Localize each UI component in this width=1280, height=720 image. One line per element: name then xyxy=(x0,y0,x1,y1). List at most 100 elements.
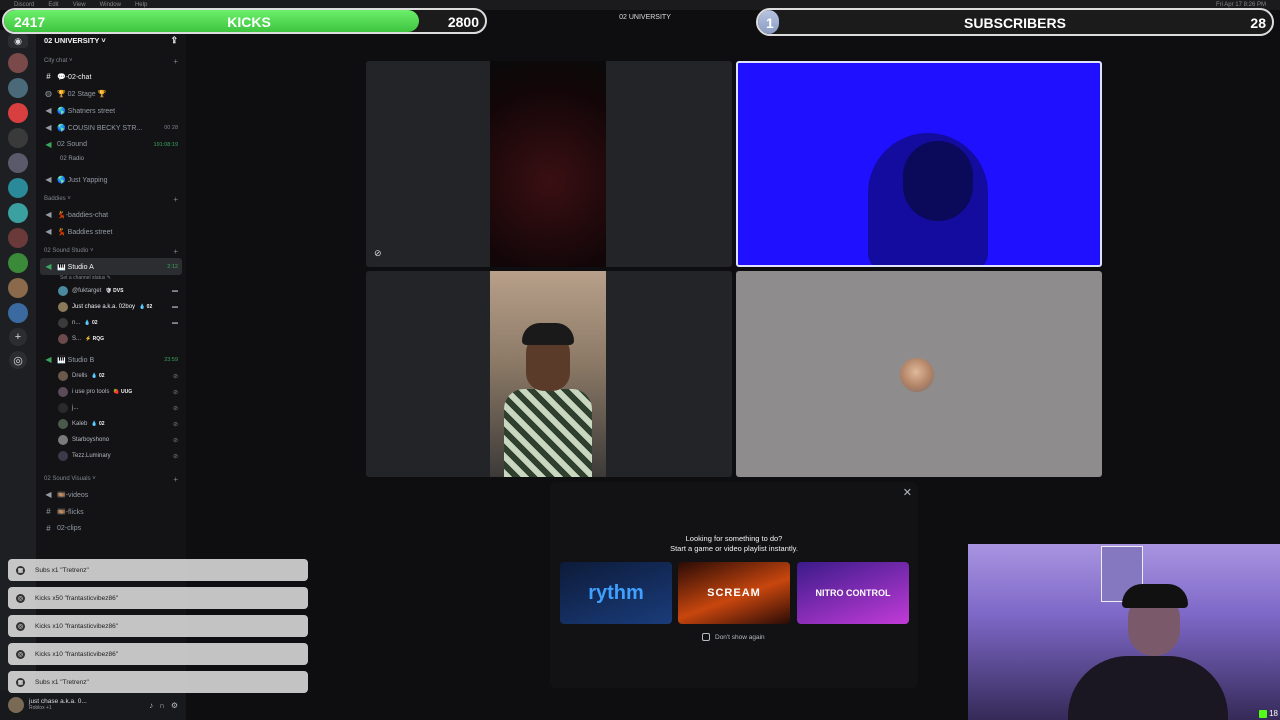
alert-toast: ◎ Kicks x10 "frantasticvibez86" xyxy=(8,643,308,665)
channel-flicks[interactable]: # 🎞️-flicks xyxy=(36,503,186,520)
muted-mic-icon: ⊘ xyxy=(172,453,178,460)
server-icon[interactable] xyxy=(8,78,28,98)
user-name: @fuktarget xyxy=(72,288,102,294)
voice-user[interactable]: j... ⊘ xyxy=(36,400,186,416)
voice-user[interactable]: n... 💧 02 ▬ xyxy=(36,315,186,331)
avatar xyxy=(58,435,68,445)
server-icon[interactable] xyxy=(8,253,28,273)
speaker-icon: ◀ xyxy=(45,490,52,499)
channel-status[interactable]: Set a channel status ✎ xyxy=(36,275,186,283)
voice-user[interactable]: Starboyshono ⊘ xyxy=(36,432,186,448)
channel-label: 🎹 Studio A xyxy=(57,263,94,271)
avatar xyxy=(58,403,68,413)
subs-goal: 28 xyxy=(1250,15,1266,31)
checkbox[interactable] xyxy=(702,633,710,641)
user-name: n... xyxy=(72,320,81,326)
server-icon[interactable] xyxy=(8,203,28,223)
video-tile[interactable] xyxy=(366,271,732,477)
discover-icon[interactable]: ◎ xyxy=(9,351,27,369)
server-icon[interactable] xyxy=(8,128,28,148)
voice-user[interactable]: Tezz.Luminary ⊘ xyxy=(36,448,186,464)
category-label: Baddies ˅ xyxy=(44,196,71,202)
add-channel-icon[interactable]: + xyxy=(173,247,178,256)
user-name: Kaleb xyxy=(72,421,88,427)
voice-timer: 2:12 xyxy=(167,263,178,270)
category-city-chat[interactable]: City chat ˅ + xyxy=(36,54,186,68)
user-tag: 🛡 DVS xyxy=(105,288,124,294)
discord-home-icon[interactable]: ◉ xyxy=(8,34,28,48)
speaker-icon: ◀ xyxy=(45,227,52,236)
video-tile[interactable] xyxy=(736,271,1102,477)
add-channel-icon[interactable]: + xyxy=(173,195,178,204)
channel-shatners-street[interactable]: ◀ 🌎 Shatners street xyxy=(36,102,186,119)
channel-02-chat[interactable]: # 💬-02-chat xyxy=(36,68,186,85)
kicks-current: 2417 xyxy=(14,14,46,30)
category-label: 02 Sound Studio ˅ xyxy=(44,248,94,254)
user-tag: 💧 02 xyxy=(84,320,98,326)
activity-card-rythm[interactable]: rythm xyxy=(560,562,672,624)
gear-icon[interactable]: ⚙ xyxy=(171,701,178,710)
mic-icon[interactable]: ♪ xyxy=(149,701,153,710)
channel-02-clips[interactable]: # 02-clips xyxy=(36,520,186,537)
speaker-icon: ◀ xyxy=(45,106,52,115)
server-icon[interactable] xyxy=(8,303,28,323)
add-server-icon[interactable]: + xyxy=(9,328,27,346)
channel-02-radio[interactable]: 02 Radio xyxy=(36,153,186,165)
voice-channel-title: 02 UNIVERSITY xyxy=(619,14,671,21)
activity-card-scream[interactable]: SCREAM xyxy=(678,562,790,624)
channel-baddies-chat[interactable]: ◀ 💃-baddies-chat xyxy=(36,206,186,223)
hash-icon: # xyxy=(46,507,51,516)
kicks-goal: 2800 xyxy=(447,14,479,30)
voice-user[interactable]: Kaleb 💧 02 ⊘ xyxy=(36,416,186,432)
activity-launcher: ✕ Looking for something to do? Start a g… xyxy=(550,482,918,688)
voice-user[interactable]: i use pro tools 🍓 UUG ⊘ xyxy=(36,384,186,400)
speaker-icon: ◀ xyxy=(45,140,52,149)
category-baddies[interactable]: Baddies ˅ + xyxy=(36,192,186,206)
server-icon[interactable] xyxy=(8,278,28,298)
voice-user[interactable]: @fuktarget 🛡 DVS ▬ xyxy=(36,283,186,299)
avatar[interactable] xyxy=(8,697,24,713)
user-name: Tezz.Luminary xyxy=(72,453,111,459)
voice-user[interactable]: S... ⚡ RQG xyxy=(36,331,186,347)
channel-baddies-street[interactable]: ◀ 💃 Baddies street xyxy=(36,223,186,240)
server-icon[interactable] xyxy=(8,53,28,73)
channel-studio-a[interactable]: ◀ 🎹 Studio A 2:12 xyxy=(40,258,182,275)
voice-user[interactable]: Just chase a.k.a. 02boy 💧 02 ▬ xyxy=(36,299,186,315)
avatar xyxy=(58,286,68,296)
close-icon[interactable]: ✕ xyxy=(903,486,912,499)
muted-mic-icon: ⊘ xyxy=(374,248,382,258)
channel-02-sound[interactable]: ◀ 02 Sound 191:08:19 xyxy=(36,136,186,153)
activity-card-nitro-control[interactable]: NITRO CONTROL xyxy=(797,562,909,624)
subs-current: 1 xyxy=(766,15,774,31)
channel-label: 🌎 Shatners street xyxy=(57,107,116,115)
channel-cousin-becky[interactable]: ◀ 🌎 COUSIN BECKY STR... 00 28 xyxy=(36,119,186,136)
headphones-icon[interactable]: ∩ xyxy=(159,701,165,710)
channel-02-stage[interactable]: ◍ 🏆 02 Stage 🏆 xyxy=(36,85,186,102)
user-tag: 🍓 UUG xyxy=(113,389,133,395)
avatar xyxy=(58,387,68,397)
category-02-sound-visuals[interactable]: 02 Sound Visuals ˅ + xyxy=(36,472,186,486)
category-02-sound-studio[interactable]: 02 Sound Studio ˅ + xyxy=(36,244,186,258)
dont-show-again[interactable]: Don't show again xyxy=(702,633,765,641)
channel-studio-b[interactable]: ◀ 🎹 Studio B 23:59 xyxy=(36,351,186,368)
add-channel-icon[interactable]: + xyxy=(173,475,178,484)
alert-icon: ◎ xyxy=(16,621,25,631)
channel-label: 🎹 Studio B xyxy=(57,356,95,364)
channel-label: 02 Radio xyxy=(60,156,85,162)
server-icon[interactable] xyxy=(8,103,28,123)
category-label: 02 Sound Visuals ˅ xyxy=(44,476,96,482)
server-icon[interactable] xyxy=(8,153,28,173)
muted-mic-icon: ⊘ xyxy=(172,373,178,380)
camera-icon: ▬ xyxy=(172,288,178,294)
user-name: i use pro tools xyxy=(72,389,110,395)
channel-videos[interactable]: ◀ 🎞️-videos xyxy=(36,486,186,503)
voice-user[interactable]: Drells 💧 02 ⊘ xyxy=(36,368,186,384)
user-limit-badge: 00 28 xyxy=(164,124,178,131)
video-tile-speaking[interactable] xyxy=(736,61,1102,267)
invite-icon[interactable]: ⇪ xyxy=(170,35,178,46)
server-icon[interactable] xyxy=(8,228,28,248)
add-channel-icon[interactable]: + xyxy=(173,57,178,66)
video-tile[interactable]: ⊘ xyxy=(366,61,732,267)
channel-just-yapping[interactable]: ◀ 🌎 Just Yapping xyxy=(36,171,186,188)
server-icon[interactable] xyxy=(8,178,28,198)
